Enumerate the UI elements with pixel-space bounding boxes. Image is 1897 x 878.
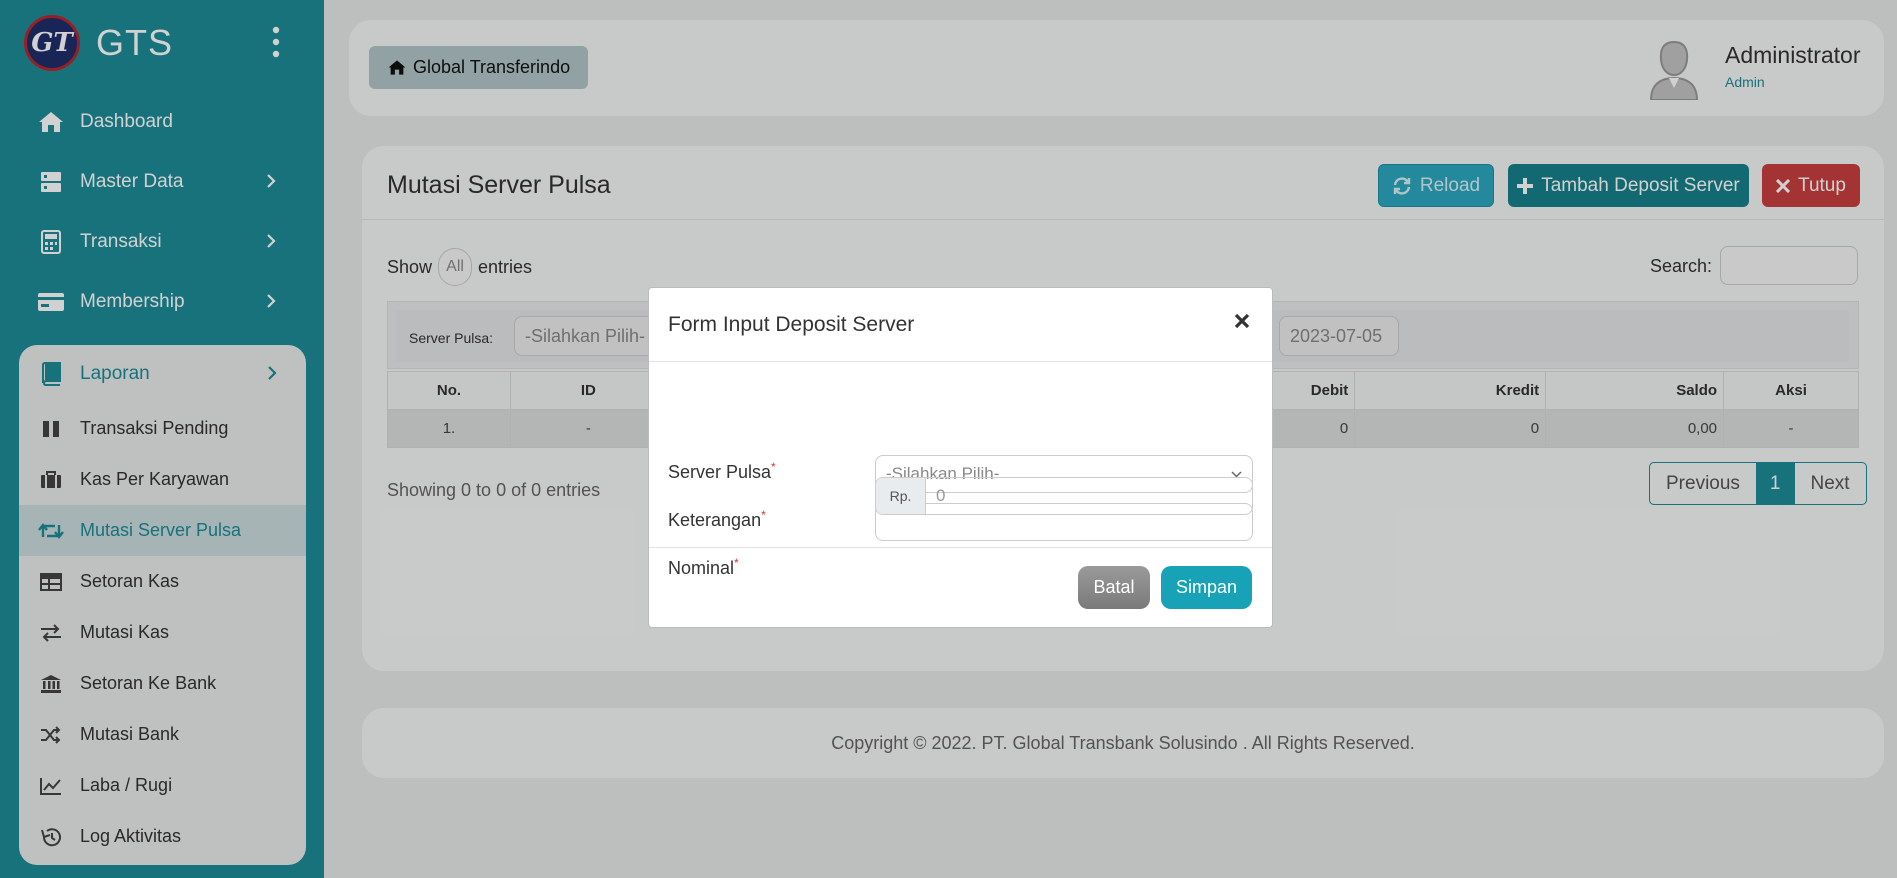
save-button[interactable]: Simpan: [1161, 566, 1252, 609]
modal-title: Form Input Deposit Server: [668, 313, 915, 336]
modal-body: Server Pulsa* -Silahkan Pilih- Keteranga…: [649, 362, 1272, 578]
modal-header: Form Input Deposit Server: [649, 288, 1272, 362]
keterangan-label: Keterangan*: [668, 508, 766, 531]
required-mark: *: [771, 460, 776, 474]
close-icon[interactable]: [1234, 313, 1250, 329]
currency-addon: Rp.: [876, 478, 926, 514]
label-text: Nominal: [668, 558, 735, 578]
required-mark: *: [734, 556, 739, 570]
nominal-label: Nominal*: [668, 556, 739, 579]
deposit-server-modal: Form Input Deposit Server Server Pulsa* …: [648, 287, 1273, 628]
label-text: Server Pulsa: [668, 462, 772, 482]
server-pulsa-label: Server Pulsa*: [668, 460, 776, 483]
cancel-button[interactable]: Batal: [1078, 566, 1150, 609]
required-mark: *: [761, 508, 766, 522]
nominal-input[interactable]: 0: [926, 478, 1252, 514]
label-text: Keterangan: [668, 510, 762, 530]
nominal-input-group: Rp. 0: [875, 477, 1253, 515]
